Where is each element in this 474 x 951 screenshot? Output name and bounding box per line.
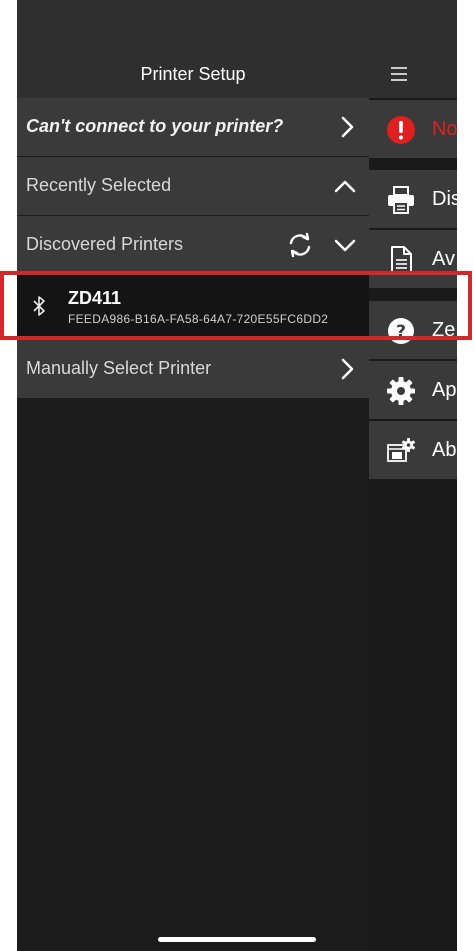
svg-text:?: ?	[396, 322, 406, 342]
menu-item-zebra[interactable]: ? Ze	[369, 301, 457, 359]
printer-setup-panel: Printer Setup Can't connect to your prin…	[17, 0, 369, 951]
menu-item-notification[interactable]: No	[369, 100, 457, 158]
printer-setup-header: Printer Setup	[17, 0, 369, 98]
menu-item-available[interactable]: Av	[369, 230, 457, 288]
manually-select-printer-row[interactable]: Manually Select Printer	[17, 340, 369, 398]
discovered-printers-row[interactable]: Discovered Printers	[17, 216, 369, 274]
printer-name: ZD411	[68, 288, 122, 308]
chevron-down-icon[interactable]	[333, 233, 357, 257]
help-icon: ?	[388, 318, 414, 344]
bluetooth-icon	[33, 296, 45, 316]
menu-item-label: No	[432, 118, 457, 140]
cant-connect-label: Can't connect to your printer?	[26, 116, 284, 136]
discovered-printers-label: Discovered Printers	[26, 234, 184, 254]
side-menu-panel: No Dis Av ? Ze Ap Ab	[369, 0, 457, 951]
page-title: Printer Setup	[140, 64, 246, 84]
menu-item-label: Ap	[432, 379, 457, 401]
chevron-up-icon[interactable]	[333, 174, 357, 198]
menu-item-label: Dis	[432, 188, 457, 210]
recently-selected-label: Recently Selected	[26, 175, 172, 195]
menu-item-label: Ab	[432, 439, 457, 461]
cant-connect-row[interactable]: Can't connect to your printer?	[17, 98, 369, 156]
app-screen: Printer Setup Can't connect to your prin…	[17, 0, 457, 951]
home-indicator[interactable]	[158, 937, 316, 942]
menu-item-label: Ze	[432, 319, 456, 341]
document-icon	[391, 246, 412, 274]
printer-icon	[388, 186, 414, 214]
discovered-printer-item[interactable]: ZD411 FEEDA986-B16A-FA58-64A7-720E55FC6D…	[17, 275, 369, 339]
recently-selected-row[interactable]: Recently Selected	[17, 157, 369, 215]
side-menu-header	[369, 0, 457, 98]
menu-item-discover[interactable]: Dis	[369, 170, 457, 228]
printer-id: FEEDA986-B16A-FA58-64A7-720E55FC6DD2	[68, 312, 329, 326]
refresh-icon[interactable]	[286, 231, 314, 259]
about-icon	[387, 438, 416, 462]
menu-item-label: Av	[432, 248, 455, 270]
menu-item-app-settings[interactable]: Ap	[369, 361, 457, 419]
alert-icon	[387, 116, 415, 144]
hamburger-menu-icon[interactable]	[390, 66, 408, 82]
gear-icon	[387, 377, 415, 405]
chevron-right-icon	[341, 116, 354, 138]
menu-item-about[interactable]: Ab	[369, 421, 457, 479]
manually-select-label: Manually Select Printer	[26, 358, 212, 378]
chevron-right-icon	[341, 358, 354, 380]
